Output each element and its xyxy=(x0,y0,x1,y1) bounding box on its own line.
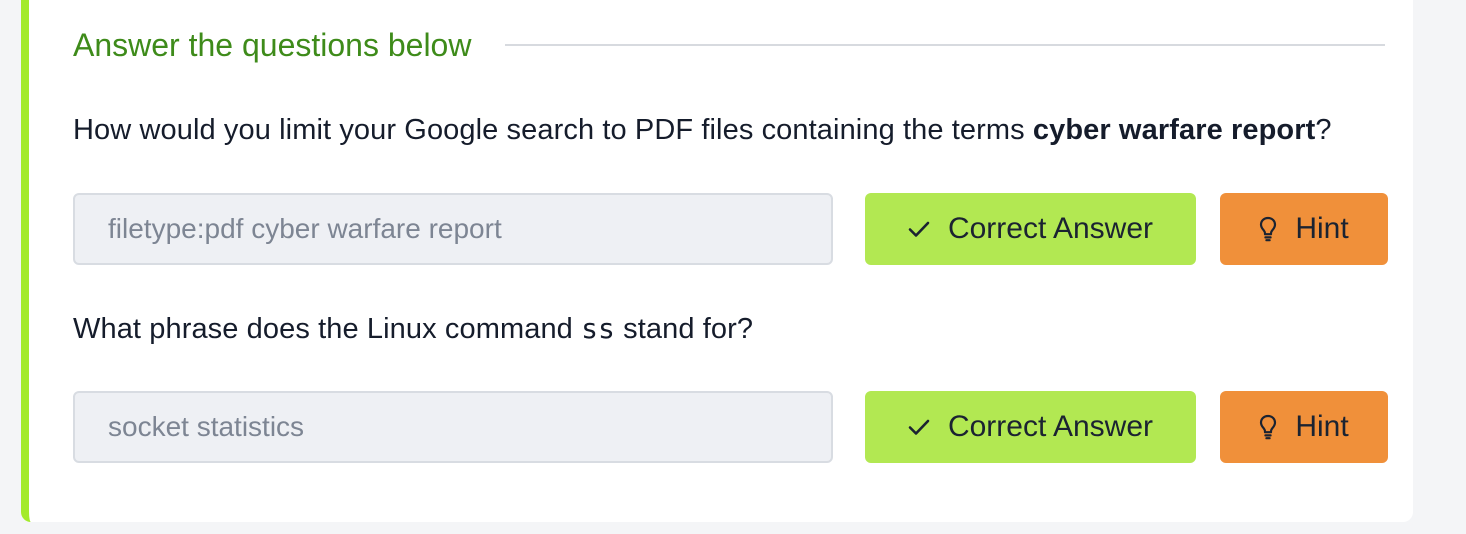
question-1-text-after: ? xyxy=(1315,114,1332,146)
section-header: Answer the questions below xyxy=(73,22,1385,68)
question-2-hint-label: Hint xyxy=(1295,410,1349,443)
question-2-correct-answer-label: Correct Answer xyxy=(947,410,1154,443)
question-1-hint-button[interactable]: Hint xyxy=(1220,193,1388,265)
question-2-correct-answer-button[interactable]: Correct Answer xyxy=(865,391,1196,463)
question-2-answer-value: socket statistics xyxy=(108,411,305,442)
section-divider xyxy=(505,44,1385,46)
lightbulb-icon xyxy=(1259,216,1277,242)
question-2-answer-field[interactable]: socket statistics xyxy=(73,391,833,463)
question-1-answer-field[interactable]: filetype:pdf cyber warfare report xyxy=(73,193,833,265)
question-1-text-before: How would you limit your Google search t… xyxy=(73,114,1033,146)
question-1-correct-answer-button[interactable]: Correct Answer xyxy=(865,193,1196,265)
question-2-text-after: stand for? xyxy=(614,313,754,345)
question-1-hint-label: Hint xyxy=(1295,212,1349,245)
check-icon xyxy=(908,418,930,436)
question-1-correct-answer-label: Correct Answer xyxy=(947,212,1154,245)
questions-card: Answer the questions below How would you… xyxy=(21,0,1413,522)
lightbulb-icon xyxy=(1259,414,1277,440)
question-2-text: What phrase does the Linux command ss st… xyxy=(73,312,753,346)
section-title: Answer the questions below xyxy=(73,26,472,63)
question-1-answer-value: filetype:pdf cyber warfare report xyxy=(108,213,502,244)
question-1-text-bold: cyber warfare report xyxy=(1032,114,1316,146)
question-2-text-before: What phrase does the Linux command xyxy=(73,313,582,345)
question-2-hint-button[interactable]: Hint xyxy=(1220,391,1388,463)
check-icon xyxy=(908,220,930,238)
question-1-text: How would you limit your Google search t… xyxy=(73,114,1332,147)
question-2-text-code: ss xyxy=(581,312,615,345)
